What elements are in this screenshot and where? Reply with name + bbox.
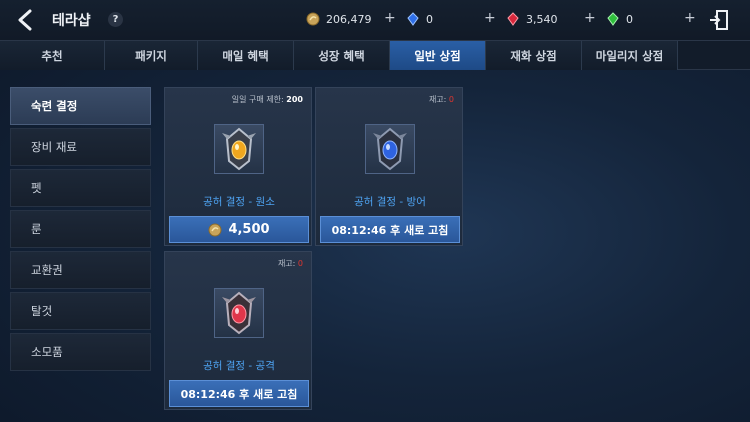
- help-icon[interactable]: ?: [108, 12, 123, 27]
- sidebar-item-pet[interactable]: 펫: [10, 169, 151, 207]
- shop-item-card[interactable]: 재고: 0 공허 결정 - 방어 08:12:46 후 새로 고침: [315, 87, 463, 246]
- sidebar-item-mastery-crystal[interactable]: 숙련 결정: [10, 87, 151, 125]
- refresh-timer-button[interactable]: 08:12:46 후 새로 고침: [320, 216, 460, 243]
- red-amount: 3,540: [526, 12, 558, 26]
- void-crystal-attack-icon: [222, 291, 256, 335]
- red-currency: 3,540: [506, 12, 558, 26]
- void-crystal-defense-icon: [373, 127, 407, 171]
- sidebar-item-mount[interactable]: 탈것: [10, 292, 151, 330]
- purchase-limit-label: 일일 구매 제한: 200: [231, 95, 303, 104]
- green-crystal-icon: [607, 12, 619, 26]
- blue-amount: 0: [426, 12, 433, 26]
- category-sidebar: 숙련 결정 장비 재료 펫 룬 교환권 탈것 소모품: [10, 87, 151, 374]
- gold-currency: 206,479: [306, 12, 372, 26]
- add-gold-button[interactable]: +: [384, 10, 396, 26]
- add-green-button[interactable]: +: [684, 10, 696, 26]
- green-currency: 0: [606, 12, 633, 26]
- item-icon-frame: [214, 124, 264, 174]
- void-crystal-element-icon: [222, 127, 256, 171]
- tab-general-shop[interactable]: 일반 상점: [390, 41, 486, 70]
- item-name: 공허 결정 - 방어: [354, 196, 426, 208]
- stock-label: 재고: 0: [277, 259, 303, 268]
- shop-tabs: 추천 패키지 매일 혜택 성장 혜택 일반 상점 재화 상점 마일리지 상점: [0, 40, 750, 70]
- gold-coin-icon: [306, 12, 320, 26]
- tab-growth-benefit[interactable]: 성장 혜택: [294, 41, 390, 70]
- item-name: 공허 결정 - 공격: [203, 360, 275, 372]
- tab-mileage-shop[interactable]: 마일리지 상점: [582, 41, 678, 70]
- sidebar-item-voucher[interactable]: 교환권: [10, 251, 151, 289]
- refresh-timer-button[interactable]: 08:12:46 후 새로 고침: [169, 380, 309, 407]
- page-title: 테라샵: [52, 13, 91, 29]
- item-icon-frame: [365, 124, 415, 174]
- purchase-limit-value: 200: [286, 95, 303, 104]
- sidebar-item-consumable[interactable]: 소모품: [10, 333, 151, 371]
- stock-value: 0: [297, 259, 303, 268]
- top-bar: 테라샵 ? 206,479 + 0 + 3,540 + 0 +: [0, 0, 750, 40]
- tab-currency-shop[interactable]: 재화 상점: [486, 41, 582, 70]
- tab-daily-benefit[interactable]: 매일 혜택: [198, 41, 294, 70]
- blue-crystal-icon: [407, 12, 419, 26]
- shop-item-card[interactable]: 일일 구매 제한: 200 공허 결정 - 원소 4,500: [164, 87, 312, 246]
- exit-door-icon[interactable]: [708, 9, 730, 31]
- price-label: 4,500: [228, 222, 270, 237]
- gold-coin-icon: [208, 223, 222, 236]
- item-icon-frame: [214, 288, 264, 338]
- blue-currency: 0: [406, 12, 433, 26]
- tab-recommended[interactable]: 추천: [0, 41, 105, 70]
- green-amount: 0: [626, 12, 633, 26]
- stock-label: 재고: 0: [428, 95, 454, 104]
- gold-amount: 206,479: [326, 12, 372, 26]
- item-name: 공허 결정 - 원소: [203, 196, 275, 208]
- tab-package[interactable]: 패키지: [105, 41, 198, 70]
- red-crystal-icon: [507, 12, 519, 26]
- add-red-button[interactable]: +: [584, 10, 596, 26]
- add-blue-button[interactable]: +: [484, 10, 496, 26]
- sidebar-item-equipment-material[interactable]: 장비 재료: [10, 128, 151, 166]
- buy-button[interactable]: 4,500: [169, 216, 309, 243]
- back-arrow-icon[interactable]: [14, 8, 38, 32]
- sidebar-item-rune[interactable]: 룬: [10, 210, 151, 248]
- stock-value: 0: [448, 95, 454, 104]
- shop-item-card[interactable]: 재고: 0 공허 결정 - 공격 08:12:46 후 새로 고침: [164, 251, 312, 410]
